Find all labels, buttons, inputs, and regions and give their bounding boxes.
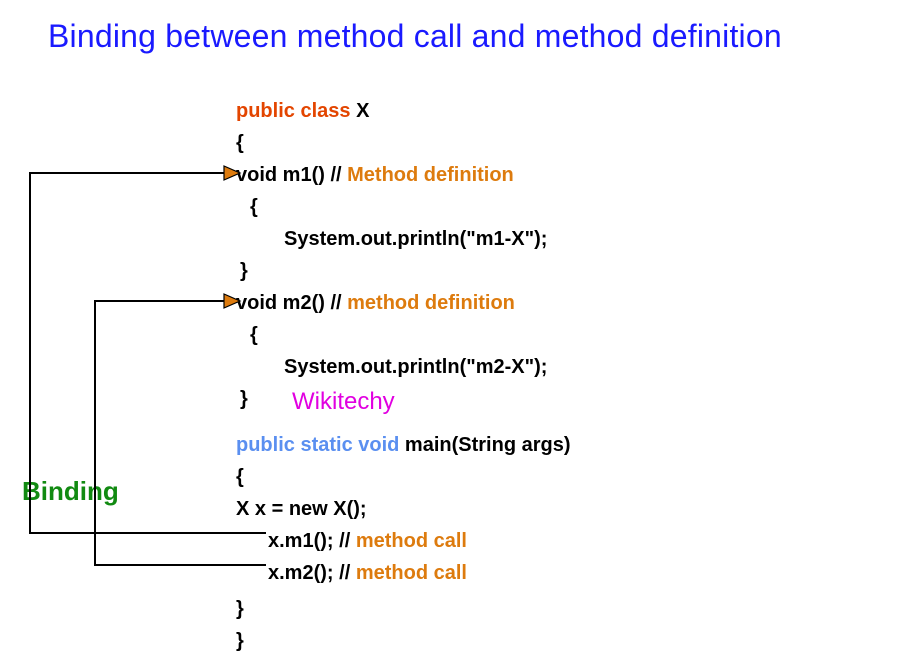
println-m2: System.out.println("m2-X"); xyxy=(236,351,571,383)
brace-open-main: { xyxy=(236,461,571,493)
m1-signature: void m1() xyxy=(236,164,325,186)
brace-close-m1: } xyxy=(236,255,571,287)
comment-sep-3: // xyxy=(334,530,356,552)
code-block: public class X { void m1() // Method def… xyxy=(236,95,571,657)
diagram-title: Binding between method call and method d… xyxy=(48,18,782,55)
brace-open-m1: { xyxy=(236,191,571,223)
comment-sep: // xyxy=(325,164,347,186)
keyword-public-class: public class xyxy=(236,100,351,122)
code-line-call-m2: x.m2(); // method call xyxy=(236,557,571,589)
brace-open-m2: { xyxy=(236,319,571,351)
brace-open-class: { xyxy=(236,127,571,159)
brace-close-main: } xyxy=(236,593,571,625)
code-line-m1-sig: void m1() // Method definition xyxy=(236,159,571,191)
call-m1: x.m1(); xyxy=(268,530,334,552)
code-line-class: public class X xyxy=(236,95,571,127)
m2-signature: void m2() xyxy=(236,292,325,314)
comment-method-definition-1: Method definition xyxy=(347,164,514,186)
binding-label: Binding xyxy=(22,476,119,507)
comment-sep-4: // xyxy=(334,562,356,584)
comment-sep-2: // xyxy=(325,292,347,314)
code-line-new-x: X x = new X(); xyxy=(236,493,571,525)
comment-method-definition-2: method definition xyxy=(347,292,515,314)
comment-method-call-2: method call xyxy=(356,562,467,584)
brace-close-m2: } xyxy=(236,383,571,415)
main-signature: main(String args) xyxy=(399,434,570,456)
call-m2: x.m2(); xyxy=(268,562,334,584)
watermark: Wikitechy xyxy=(292,388,395,416)
class-name: X xyxy=(356,100,369,122)
code-line-main-sig: public static void main(String args) xyxy=(236,429,571,461)
keyword-public-static-void: public static void xyxy=(236,434,399,456)
println-m1: System.out.println("m1-X"); xyxy=(236,223,571,255)
code-line-m2-sig: void m2() // method definition xyxy=(236,287,571,319)
code-line-call-m1: x.m1(); // method call xyxy=(236,525,571,557)
brace-close-class: } xyxy=(236,625,571,657)
comment-method-call-1: method call xyxy=(356,530,467,552)
